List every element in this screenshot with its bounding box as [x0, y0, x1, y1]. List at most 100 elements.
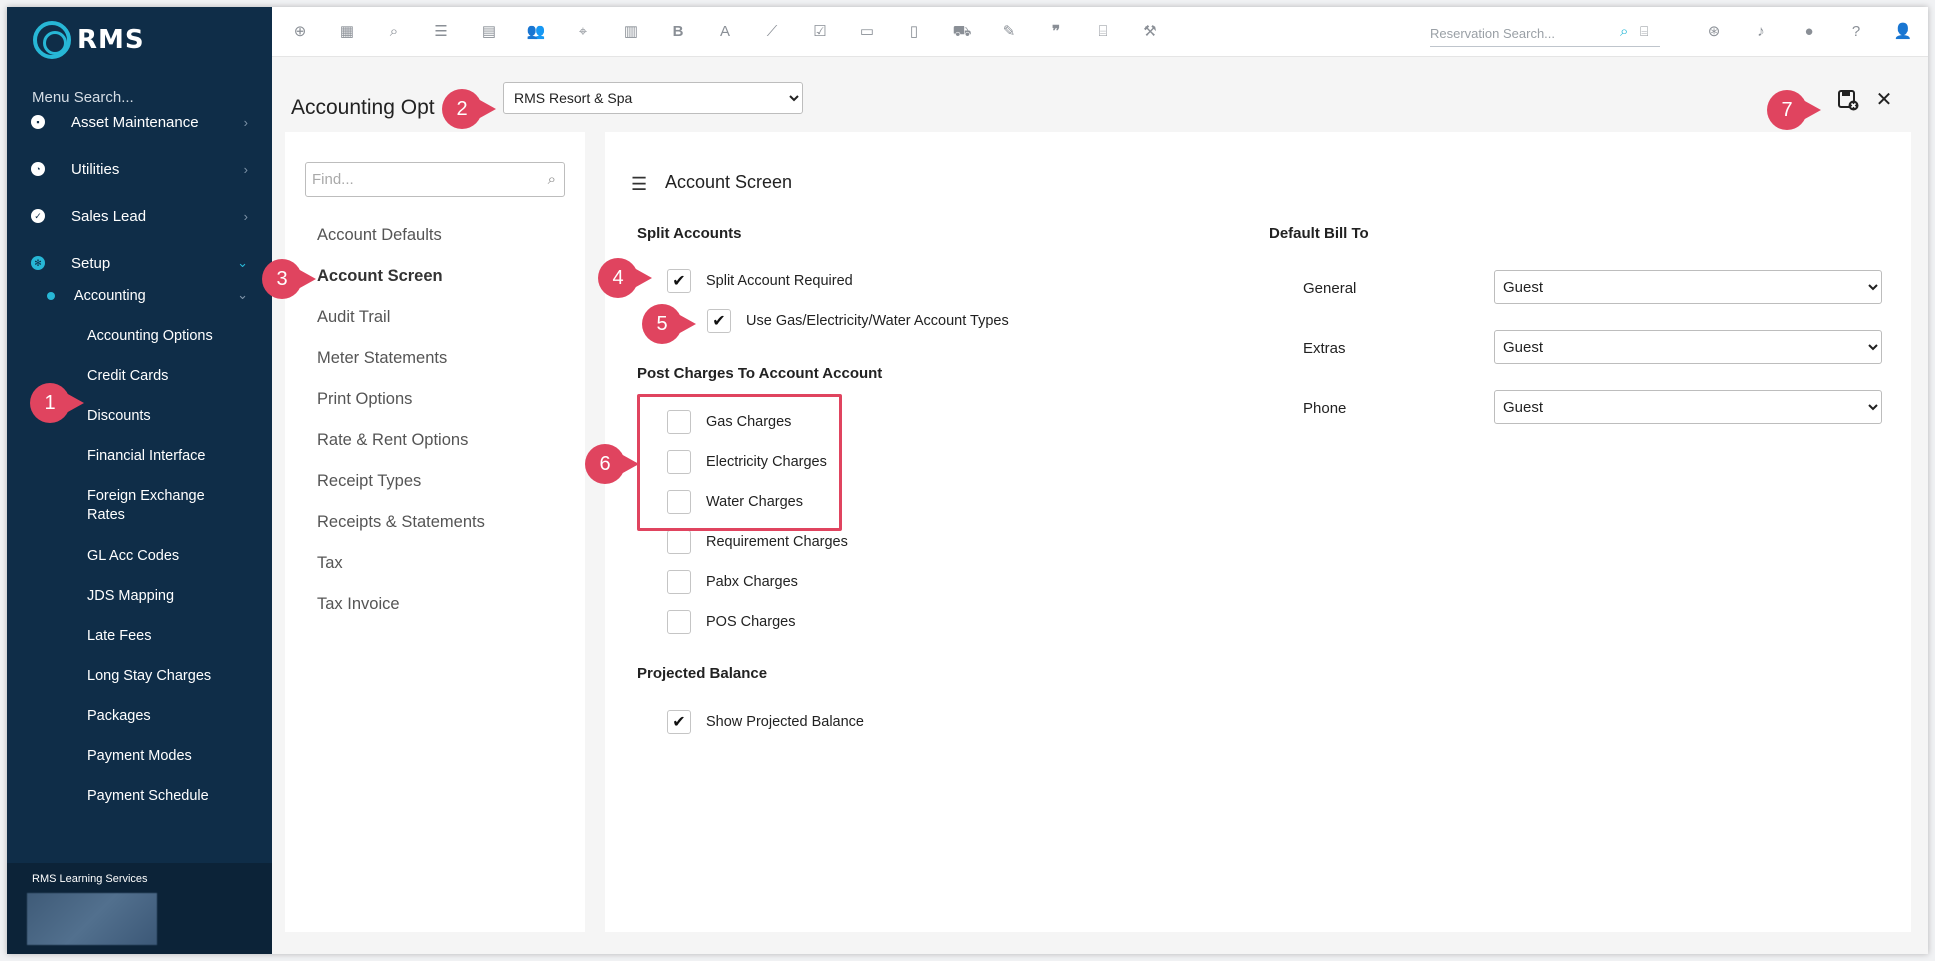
user-icon[interactable]: 👤 — [1893, 22, 1913, 42]
annotation-marker-6: 6 — [585, 444, 639, 484]
report-icon[interactable]: ▯ — [904, 22, 924, 42]
sidebar-sub-label: Payment Modes — [87, 748, 192, 764]
check-circle-icon: ✓ — [31, 209, 45, 223]
map-icon[interactable]: ▥ — [621, 22, 641, 42]
logo[interactable]: RMS — [33, 21, 145, 59]
option-tax[interactable]: Tax — [317, 554, 343, 573]
bill-to-general-label: General — [1303, 280, 1357, 297]
font-icon[interactable]: A — [715, 22, 735, 42]
checkbox-label: Show Projected Balance — [706, 714, 864, 730]
cart-icon[interactable]: ⛟ — [952, 22, 972, 42]
chevron-right-icon: › — [243, 114, 248, 130]
bed-icon[interactable]: ⌸ — [1640, 23, 1648, 40]
bill-to-phone-label: Phone — [1303, 400, 1347, 417]
requirement-charges-checkbox[interactable] — [667, 530, 691, 554]
page-title: Accounting Opt — [291, 96, 435, 119]
id-card-icon[interactable]: ▭ — [857, 22, 877, 42]
property-select[interactable]: RMS Resort & Spa — [503, 82, 803, 114]
grid-icon[interactable]: ▤ — [479, 22, 499, 42]
chevron-right-icon: › — [243, 161, 248, 177]
option-account-defaults[interactable]: Account Defaults — [317, 226, 442, 245]
help-icon[interactable]: ? — [1846, 22, 1866, 42]
bill-to-general-select[interactable]: Guest — [1494, 270, 1882, 304]
save-close-icon — [1838, 90, 1859, 111]
sidebar-item-label: Utilities — [71, 160, 120, 178]
sliders-icon[interactable]: ☰ — [431, 22, 451, 42]
sidebar-item-accounting[interactable]: Accounting ⌄ — [7, 287, 272, 317]
chevron-down-icon: ⌄ — [237, 255, 248, 270]
option-audit-trail[interactable]: Audit Trail — [317, 308, 390, 327]
sidebar-footer: RMS Learning Services — [7, 863, 272, 954]
option-print-options[interactable]: Print Options — [317, 390, 412, 409]
show-projected-balance-checkbox[interactable]: ✔ — [667, 710, 691, 734]
annotation-marker-7: 7 — [1767, 90, 1821, 130]
use-account-types-row[interactable]: ✔ Use Gas/Electricity/Water Account Type… — [707, 309, 1009, 333]
top-toolbar: ⊕ ▦ ⌕ ☰ ▤ 👥 ⌖ ▥ B A ⟋ ☑ ▭ ▯ ⛟ ✎ ❞ ⌸ ⚒ ⌕ … — [272, 7, 1928, 57]
reservation-search-input[interactable] — [1430, 21, 1610, 45]
bold-icon[interactable]: B — [668, 22, 688, 42]
gear-icon: ✻ — [31, 256, 45, 270]
map-pin-icon[interactable]: ⌖ — [573, 22, 593, 42]
users-icon[interactable]: 👥 — [526, 22, 546, 42]
sidebar-sub-label: Long Stay Charges — [87, 668, 212, 684]
pabx-charges-row[interactable]: Pabx Charges — [667, 570, 798, 594]
show-projected-balance-row[interactable]: ✔ Show Projected Balance — [667, 710, 864, 734]
chart-icon[interactable]: ⟋ — [762, 22, 782, 42]
requirement-charges-row[interactable]: Requirement Charges — [667, 530, 848, 554]
marker-number: 4 — [612, 267, 624, 289]
sidebar-item-asset-maintenance[interactable]: ▪ Asset Maintenance › — [7, 104, 272, 140]
bill-to-extras-select[interactable]: Guest — [1494, 330, 1882, 364]
sidebar-item-utilities[interactable]: ◔ Utilities › — [7, 151, 272, 187]
find-input[interactable] — [306, 163, 526, 196]
close-button[interactable]: ✕ — [1872, 88, 1896, 112]
chat-icon[interactable]: ● — [1799, 22, 1819, 42]
add-icon[interactable]: ⊕ — [290, 22, 310, 42]
option-meter-statements[interactable]: Meter Statements — [317, 349, 447, 368]
option-receipts-statements[interactable]: Receipts & Statements — [317, 513, 485, 532]
save-close-button[interactable] — [1836, 88, 1860, 112]
sidebar-item-setup[interactable]: ✻ Setup ⌄ — [7, 245, 272, 281]
split-account-required-row[interactable]: ✔ Split Account Required — [667, 269, 853, 293]
pos-charges-row[interactable]: POS Charges — [667, 610, 795, 634]
sidebar-item-label: Accounting — [74, 288, 146, 304]
marker-number: 5 — [656, 313, 668, 335]
use-account-types-checkbox[interactable]: ✔ — [707, 309, 731, 333]
calendar-icon[interactable]: ▦ — [337, 22, 357, 42]
sidebar-sub-label: Accounting Options — [87, 328, 213, 344]
gavel-icon[interactable]: ⚒ — [1140, 22, 1160, 42]
hamburger-menu-icon[interactable]: ☰ — [631, 174, 647, 195]
search-icon[interactable]: ⌕ — [1620, 23, 1628, 40]
annotation-marker-4: 4 — [598, 258, 652, 298]
checkbox-label: Use Gas/Electricity/Water Account Types — [746, 313, 1009, 329]
sidebar-sub-label: Payment Schedule — [87, 788, 209, 804]
bill-to-phone-select[interactable]: Guest — [1494, 390, 1882, 424]
pabx-charges-checkbox[interactable] — [667, 570, 691, 594]
sidebar-item-sales-lead[interactable]: ✓ Sales Lead › — [7, 198, 272, 234]
bell-icon[interactable]: ♪ — [1751, 22, 1771, 42]
sidebar-sub-label: JDS Mapping — [87, 588, 175, 604]
split-account-required-checkbox[interactable]: ✔ — [667, 269, 691, 293]
sidebar-sub-label: Credit Cards — [87, 368, 169, 384]
option-account-screen[interactable]: Account Screen — [317, 267, 443, 286]
bed-icon[interactable]: ⌸ — [1093, 22, 1113, 42]
sidebar-sub-label: Financial Interface — [87, 448, 206, 464]
annotation-marker-1: 1 — [30, 383, 84, 423]
quote-icon[interactable]: ❞ — [1046, 22, 1066, 42]
option-rate-rent-options[interactable]: Rate & Rent Options — [317, 431, 468, 450]
marker-number: 7 — [1781, 99, 1793, 121]
search-icon[interactable]: ⌕ — [384, 22, 404, 42]
globe-icon[interactable]: ⊛ — [1704, 22, 1724, 42]
pos-charges-checkbox[interactable] — [667, 610, 691, 634]
logo-text: RMS — [77, 25, 145, 55]
option-receipt-types[interactable]: Receipt Types — [317, 472, 421, 491]
marker-number: 1 — [44, 392, 56, 414]
option-tax-invoice[interactable]: Tax Invoice — [317, 595, 400, 614]
reservation-search: ⌕ ⌸ — [1430, 21, 1660, 47]
ticket-icon[interactable]: ✎ — [999, 22, 1019, 42]
active-dot-icon — [47, 292, 55, 300]
default-bill-to-heading: Default Bill To — [1269, 225, 1369, 242]
checkbox-label: Pabx Charges — [706, 574, 798, 590]
find-box: ⌕ — [305, 162, 565, 197]
checklist-icon[interactable]: ☑ — [810, 22, 830, 42]
annotation-highlight-box — [637, 394, 842, 531]
